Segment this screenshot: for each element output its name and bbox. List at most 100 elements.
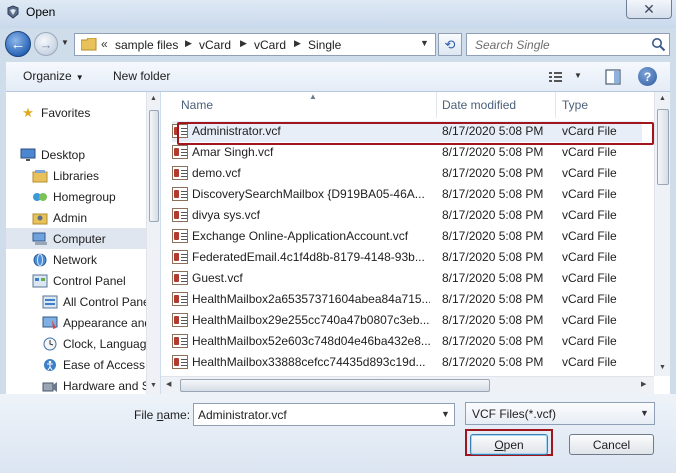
vcard-file-icon <box>172 166 188 180</box>
file-date: 8/17/2020 5:08 PM <box>442 208 544 222</box>
sidebar-item-homegroup[interactable]: Homegroup <box>32 186 160 207</box>
scrollbar-thumb[interactable] <box>149 110 159 222</box>
file-type-filter[interactable]: VCF Files(*.vcf) ▼ <box>465 402 655 425</box>
vcard-file-icon <box>172 313 188 327</box>
vcard-file-icon <box>172 334 188 348</box>
vcard-file-icon <box>172 229 188 243</box>
cancel-button[interactable]: Cancel <box>569 434 654 455</box>
breadcrumb-separator[interactable]: ▶ <box>185 38 192 49</box>
sidebar-item-desktop[interactable]: Desktop <box>20 144 158 165</box>
file-name: demo.vcf <box>192 166 241 180</box>
star-icon: ★ <box>22 104 34 120</box>
new-folder-button[interactable]: New folder <box>113 69 170 83</box>
scroll-up-icon[interactable]: ▲ <box>150 95 157 102</box>
breadcrumb-item[interactable]: vCard <box>199 38 231 52</box>
scroll-left-icon[interactable]: ◀ <box>166 380 171 388</box>
file-row[interactable]: HealthMailbox33888cefcc74435d893c19d... 8… <box>172 352 642 373</box>
column-header-name[interactable]: Name ▲ <box>173 92 437 118</box>
organize-menu[interactable]: Organize ▼ <box>23 69 84 83</box>
file-type: vCard File <box>562 145 617 159</box>
scroll-down-icon[interactable]: ▼ <box>150 382 157 389</box>
file-row[interactable]: Guest.vcf 8/17/2020 5:08 PM vCard File <box>172 268 642 289</box>
help-button[interactable]: ? <box>638 67 657 86</box>
file-type: vCard File <box>562 313 617 327</box>
folder-icon <box>81 38 97 51</box>
scroll-down-icon[interactable]: ▼ <box>659 364 666 371</box>
close-button[interactable]: ✕ <box>626 0 672 19</box>
breadcrumb-item[interactable]: sample files <box>115 38 178 52</box>
column-header-label: Name <box>181 98 214 112</box>
file-type-value: VCF Files(*.vcf) <box>472 407 556 421</box>
address-dropdown-icon[interactable]: ▼ <box>420 38 429 48</box>
breadcrumb-separator[interactable]: ▶ <box>240 38 247 49</box>
sidebar-item-libraries[interactable]: Libraries <box>32 165 160 186</box>
file-type: vCard File <box>562 334 617 348</box>
sidebar-item-network[interactable]: Network <box>32 249 160 270</box>
breadcrumb-item[interactable]: vCard <box>254 38 286 52</box>
open-button-label: Open <box>494 437 524 452</box>
column-header-label: Type <box>562 98 589 112</box>
forward-button[interactable]: → <box>34 32 58 56</box>
column-header-date[interactable]: Date modified <box>434 92 556 118</box>
recent-locations-dropdown[interactable]: ▼ <box>61 38 71 50</box>
scrollbar-thumb[interactable] <box>180 379 490 392</box>
sidebar-item-control-panel[interactable]: Control Panel <box>32 270 160 291</box>
file-name-dropdown-icon[interactable]: ▼ <box>441 409 450 419</box>
address-bar[interactable]: « sample files ▶ vCard ▶ vCard ▶ Single … <box>74 33 436 56</box>
column-header-type[interactable]: Type <box>554 92 654 118</box>
sidebar-item-favorites[interactable]: ★ Favorites <box>20 102 158 123</box>
sidebar-item-all-control-panel[interactable]: All Control Panel Items <box>42 291 146 312</box>
file-row[interactable]: HealthMailbox2a65357371604abea84a715... 8… <box>172 289 642 310</box>
file-name-input[interactable]: Administrator.vcf ▼ <box>193 403 455 426</box>
sidebar-scrollbar[interactable]: ▲ ▼ <box>146 92 160 394</box>
file-date: 8/17/2020 5:08 PM <box>442 292 544 306</box>
file-list-vertical-scrollbar[interactable]: ▲ ▼ <box>654 92 670 376</box>
file-row[interactable]: HealthMailbox52e603c748d04e46ba432e8... 8… <box>172 331 642 352</box>
scroll-up-icon[interactable]: ▲ <box>659 95 666 102</box>
scroll-right-icon[interactable]: ▶ <box>641 380 646 388</box>
sidebar-item-computer[interactable]: Computer <box>6 228 146 249</box>
network-icon <box>32 252 48 268</box>
sidebar-item-appearance[interactable]: Appearance and Personalization <box>42 312 146 333</box>
scrollbar-thumb[interactable] <box>657 109 669 185</box>
breadcrumb-item[interactable]: Single <box>308 38 341 52</box>
sidebar-item-label: Clock, Language, and Region <box>63 336 146 351</box>
file-row[interactable]: HealthMailbox29e255cc740a47b0807c3eb... 8… <box>172 310 642 331</box>
control-panel-icon <box>42 294 58 310</box>
file-row[interactable]: Amar Singh.vcf 8/17/2020 5:08 PM vCard Fil… <box>172 142 642 163</box>
search-placeholder: Search Single <box>475 38 550 52</box>
file-list-horizontal-scrollbar[interactable]: ◀ ▶ <box>161 376 654 394</box>
vcard-file-icon <box>172 208 188 222</box>
file-row[interactable]: Exchange Online-ApplicationAccount.vcf 8/… <box>172 226 642 247</box>
refresh-button[interactable]: ⟲ <box>438 33 462 56</box>
search-input[interactable]: Search Single <box>466 33 670 56</box>
file-name: Amar Singh.vcf <box>192 145 274 159</box>
vcard-file-icon <box>172 145 188 159</box>
open-button[interactable]: Open <box>470 434 548 455</box>
file-type: vCard File <box>562 271 617 285</box>
sidebar-item-clock-language[interactable]: Clock, Language, and Region <box>42 333 146 354</box>
sidebar-item-label: Libraries <box>53 168 100 183</box>
command-toolbar: Organize ▼ New folder ▼ ? <box>6 62 670 92</box>
sidebar-item-ease-of-access[interactable]: Ease of Access <box>42 354 146 375</box>
file-date: 8/17/2020 5:08 PM <box>442 187 544 201</box>
change-view-button[interactable]: ▼ <box>548 68 584 86</box>
breadcrumb-overflow[interactable]: « <box>101 37 108 51</box>
preview-pane-icon[interactable] <box>604 68 622 86</box>
close-icon: ✕ <box>643 0 655 17</box>
file-date: 8/17/2020 5:08 PM <box>442 355 544 369</box>
hardware-icon <box>42 378 58 394</box>
file-row[interactable]: FederatedEmail.4c1f4d8b-8179-4148-93b...… <box>172 247 642 268</box>
file-type: vCard File <box>562 208 617 222</box>
file-date: 8/17/2020 5:08 PM <box>442 250 544 264</box>
file-row[interactable]: demo.vcf 8/17/2020 5:08 PM vCard File <box>172 163 642 184</box>
file-name-value: Administrator.vcf <box>198 408 287 422</box>
sidebar-item-hardware-sound[interactable]: Hardware and Sound <box>42 375 146 394</box>
file-row[interactable]: divya sys.vcf 8/17/2020 5:08 PM vCard File <box>172 205 642 226</box>
desktop-icon <box>20 147 36 163</box>
sidebar-item-label: Network <box>53 252 98 267</box>
file-row[interactable]: DiscoverySearchMailbox {D919BA05-46A... 8… <box>172 184 642 205</box>
breadcrumb-separator[interactable]: ▶ <box>294 38 301 49</box>
sidebar-item-admin[interactable]: Admin <box>32 207 160 228</box>
back-button[interactable]: ← <box>5 31 31 57</box>
